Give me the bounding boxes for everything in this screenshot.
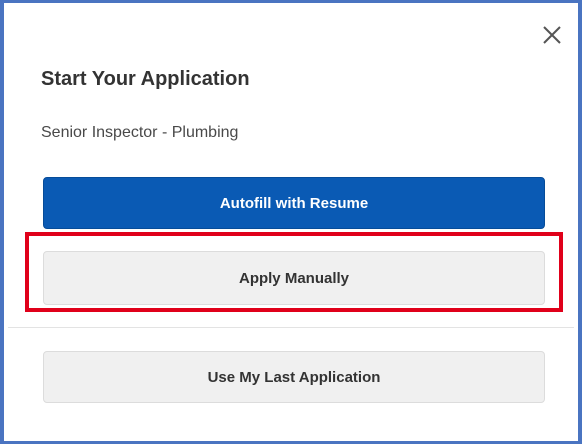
apply-manually-button[interactable]: Apply Manually [43,251,545,305]
start-application-dialog: Start Your Application Senior Inspector … [0,0,582,444]
job-title: Senior Inspector - Plumbing [41,124,239,141]
dialog-title: Start Your Application [41,68,250,90]
use-my-last-application-button[interactable]: Use My Last Application [43,351,545,403]
divider [8,327,574,328]
autofill-with-resume-button[interactable]: Autofill with Resume [43,177,545,229]
close-icon[interactable] [540,23,564,47]
